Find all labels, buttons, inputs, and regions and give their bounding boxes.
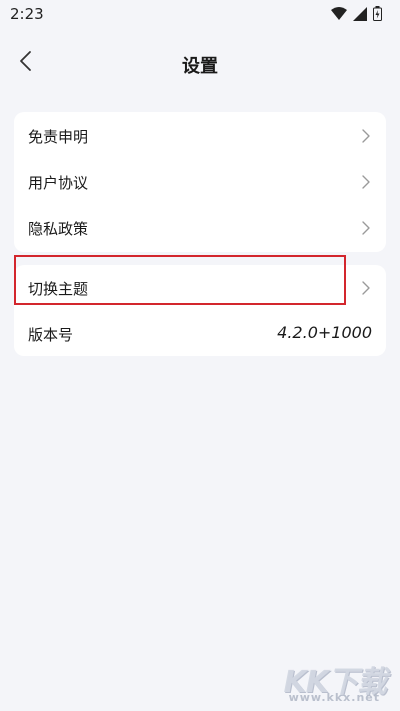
- settings-card-legal: 免责申明 用户协议 隐私政策: [14, 112, 386, 252]
- chevron-right-icon: [360, 220, 372, 236]
- version-value: 4.2.0+1000: [277, 323, 372, 342]
- status-time: 2:23: [10, 5, 44, 23]
- settings-item-label: 版本号: [28, 326, 74, 344]
- wifi-icon: [331, 6, 347, 25]
- settings-item-version: 版本号 4.2.0+1000: [14, 311, 386, 357]
- watermark-logo: KK下载 www.kkx.net: [274, 657, 394, 707]
- settings-item-label: 用户协议: [28, 174, 89, 192]
- status-icons: [331, 6, 382, 25]
- settings-item-user-agreement[interactable]: 用户协议: [14, 159, 386, 205]
- status-bar: 2:23: [0, 0, 400, 30]
- settings-item-disclaimer[interactable]: 免责申明: [14, 113, 386, 159]
- chevron-right-icon: [360, 174, 372, 190]
- page-title: 设置: [182, 56, 218, 77]
- settings-item-label: 隐私政策: [28, 220, 89, 238]
- settings-item-label: 免责申明: [28, 128, 89, 146]
- signal-icon: [353, 6, 367, 25]
- settings-item-label: 切换主题: [28, 280, 89, 298]
- settings-item-switch-theme[interactable]: 切换主题: [14, 265, 386, 311]
- battery-icon: [373, 6, 382, 25]
- settings-item-privacy-policy[interactable]: 隐私政策: [14, 205, 386, 251]
- settings-card-app: 切换主题 版本号 4.2.0+1000: [14, 265, 386, 356]
- chevron-right-icon: [360, 128, 372, 144]
- chevron-right-icon: [360, 280, 372, 296]
- nav-bar: 设置: [0, 42, 400, 86]
- watermark-site: www.kkx.net: [288, 691, 380, 704]
